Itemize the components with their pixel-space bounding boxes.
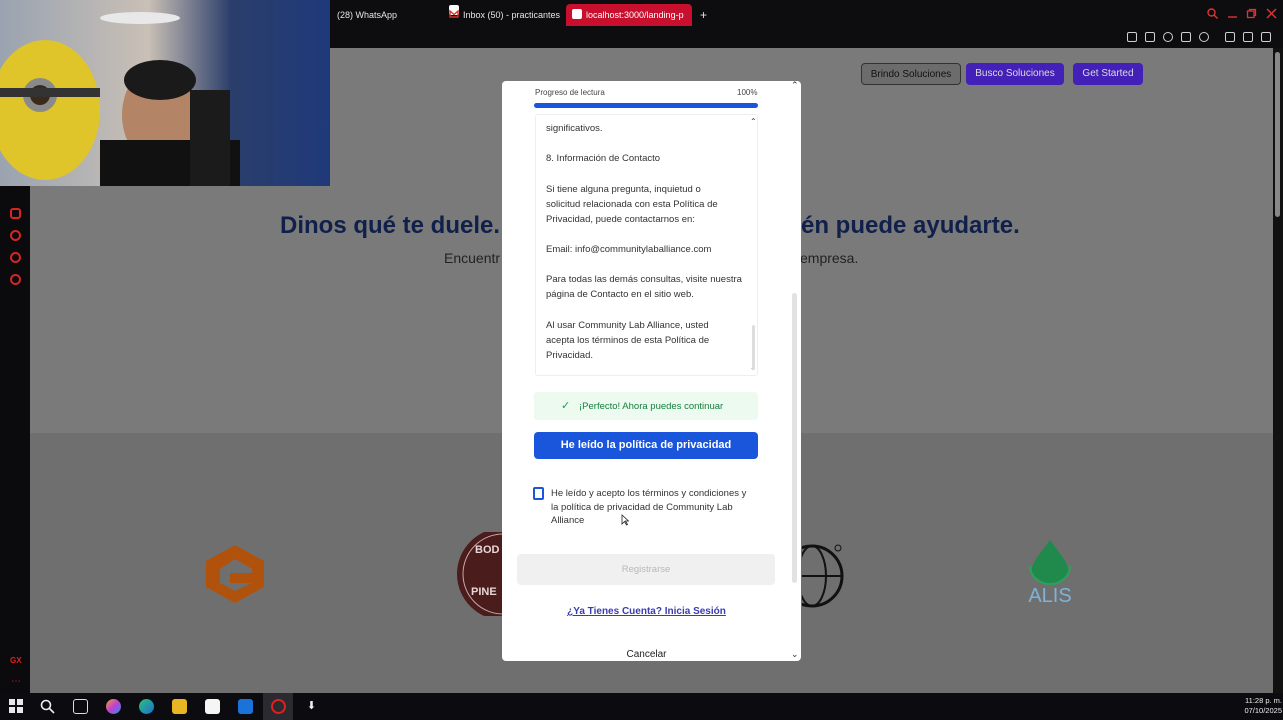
search-icon[interactable] [1207,8,1218,22]
close-window-icon[interactable] [1266,8,1277,22]
partner-logo-alis: ALIS [1018,538,1082,612]
policy-paragraph: Al usar Community Lab Alliance, usted ac… [546,320,710,361]
store-icon[interactable] [205,699,220,714]
progress-label: Progreso de lectura [535,88,605,97]
heart-icon[interactable] [1199,32,1209,42]
policy-section-heading: 8. Información de Contacto [546,153,661,164]
success-text: ¡Perfecto! Ahora puedes continuar [579,401,724,412]
progress-percentage: 100% [737,88,758,97]
minimize-icon[interactable] [1227,8,1238,22]
cancel-button[interactable]: Cancelar [502,649,791,660]
modal-scroll-up-icon[interactable]: ⌃ [791,80,799,91]
menu-icon[interactable] [1261,32,1271,42]
sidebar-app-icon[interactable] [10,208,21,219]
opera-gx-icon[interactable] [271,699,286,714]
gmail-icon [449,5,459,18]
tab-localhost[interactable]: localhost:3000/landing-p [566,4,692,26]
reading-progress-bar [534,103,758,108]
register-button[interactable]: Registrarse [517,554,775,585]
terms-checkbox[interactable] [533,487,544,500]
task-view-icon[interactable] [73,699,88,714]
login-link[interactable]: ¿Ya Tienes Cuenta? Inicia Sesión [502,606,791,617]
download-icon[interactable] [1243,32,1253,42]
windows-taskbar [0,693,1283,720]
tab-gmail[interactable]: Inbox (50) - practicantes [443,4,563,26]
play-icon[interactable] [1181,32,1191,42]
mouse-cursor [621,514,630,529]
webcam-overlay [0,0,330,186]
partner-logo-globe [780,540,847,610]
terms-checkbox-label[interactable]: He leído y acepto los términos y condici… [551,487,756,528]
copilot-icon[interactable] [106,699,121,714]
outlook-icon[interactable] [238,699,253,714]
windows-start-icon[interactable] [9,699,24,714]
new-tab-button[interactable]: + [694,4,710,26]
checkmark-icon: ✓ [561,400,571,412]
modal-scrollbar[interactable] [792,293,797,583]
shield-icon[interactable] [1163,32,1173,42]
hero-subtitle-left: Encuentr [444,250,501,266]
taskbar-clock[interactable]: 11:28 p. m. 07/10/2025 [1234,696,1282,716]
restore-icon[interactable] [1246,8,1257,22]
more-icon[interactable]: ⋯ [11,676,21,687]
snapshot-icon[interactable] [1145,32,1155,42]
pin-icon[interactable] [1127,32,1137,42]
reading-progress-fill [534,103,758,108]
policy-scrollbar-thumb[interactable] [752,325,755,370]
policy-paragraph: Para todas las demás consultas, visite n… [546,274,742,300]
partner-logo-orange [200,543,270,605]
gx-icon[interactable]: GX [10,656,22,665]
extensions-icon[interactable] [10,252,21,263]
edge-icon[interactable] [139,699,154,714]
search-taskbar-icon[interactable] [40,699,55,714]
tab-whatsapp[interactable]: (28) WhatsApp [331,4,441,26]
policy-paragraph: significativos. [546,123,603,134]
lock-icon[interactable] [1225,32,1235,42]
localhost-icon [572,9,582,19]
policy-email: Email: info@communitylaballiance.com [546,244,712,255]
policy-scroll-up-icon[interactable]: ⌃ [750,117,757,126]
get-started-button[interactable]: Get Started [1073,63,1143,85]
settings-icon[interactable] [10,274,21,285]
policy-paragraph: Si tiene alguna pregunta, inquietud o so… [546,184,718,225]
hero-title-left: Dinos qué te duele. [280,212,501,239]
hero-title-right: én puede ayudarte. [801,212,1020,239]
app-icon[interactable]: ⬇ [304,699,319,714]
page-scrollbar-thumb[interactable] [1275,52,1280,217]
busco-soluciones-button[interactable]: Busco Soluciones [966,63,1064,85]
file-explorer-icon[interactable] [172,699,187,714]
hero-subtitle-right: empresa. [800,250,859,266]
history-icon[interactable] [10,230,21,241]
modal-scroll-down-icon[interactable]: ⌄ [791,649,799,660]
read-policy-button[interactable]: He leído la política de privacidad [534,432,758,459]
brindo-soluciones-button[interactable]: Brindo Soluciones [861,63,961,85]
